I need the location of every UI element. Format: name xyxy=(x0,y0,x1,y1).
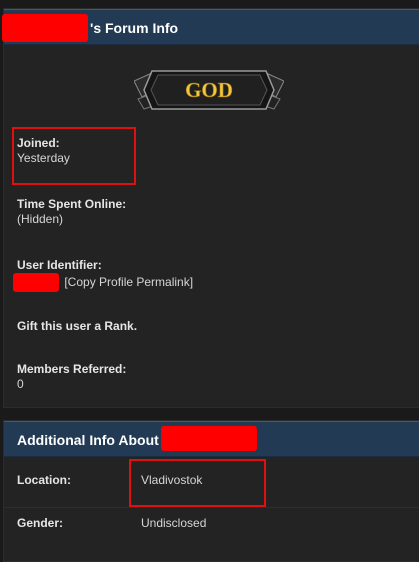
additional-info-title: Additional Info About xyxy=(17,432,159,448)
forum-info-title: 's Forum Info xyxy=(90,20,179,36)
redacted-username xyxy=(2,14,88,42)
gender-row: Gender: Undisclosed xyxy=(17,516,397,530)
forum-info-header: 's Forum Info xyxy=(2,9,419,45)
god-rank-badge: GOD xyxy=(133,67,285,113)
redacted-username-2 xyxy=(161,426,257,451)
user-identifier-label: User Identifier: xyxy=(17,258,102,272)
time-online-label: Time Spent Online: xyxy=(17,197,127,211)
gift-rank-field[interactable]: Gift this user a Rank. xyxy=(17,319,137,333)
forum-info-panel: 's Forum Info GOD Joined: Yesterday Time… xyxy=(2,8,419,408)
members-referred-field: Members Referred: 0 xyxy=(17,362,126,391)
gender-label: Gender: xyxy=(17,516,64,530)
gender-value: Undisclosed xyxy=(141,516,207,530)
copy-permalink-link[interactable]: [Copy Profile Permalink] xyxy=(64,275,193,289)
members-referred-label: Members Referred: xyxy=(17,362,127,376)
god-badge-icon: GOD xyxy=(133,70,285,110)
redacted-user-id xyxy=(13,273,59,292)
location-row: Location: Vladivostok xyxy=(17,473,397,487)
location-value: Vladivostok xyxy=(141,473,203,487)
badge-text: GOD xyxy=(185,78,233,102)
additional-info-header: Additional Info About xyxy=(4,421,419,457)
gift-rank-link[interactable]: Gift this user a Rank. xyxy=(17,319,137,333)
location-label: Location: xyxy=(17,473,71,487)
joined-label: Joined: xyxy=(17,136,60,150)
joined-field: Joined: Yesterday xyxy=(17,136,70,165)
row-divider xyxy=(4,507,419,508)
additional-info-panel: Additional Info About Location: Vladivos… xyxy=(3,420,419,562)
joined-value: Yesterday xyxy=(17,151,70,165)
time-online-value: (Hidden) xyxy=(17,212,64,226)
time-online-field: Time Spent Online: (Hidden) xyxy=(17,197,126,226)
members-referred-value: 0 xyxy=(17,377,24,391)
user-identifier-field: User Identifier: [Copy Profile Permalink… xyxy=(13,258,193,292)
